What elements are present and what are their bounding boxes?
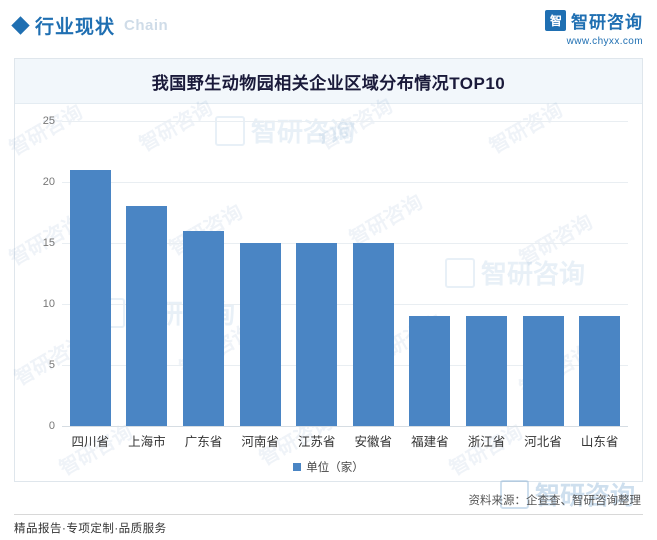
- chart-plot-area: 智研咨询 智研咨询 智研咨询 智研咨询 智研咨询 智研咨询 智研咨询 智研咨询 智研咨询 智研咨询…: [6, 95, 642, 483]
- x-axis-tick-label: 浙江省: [467, 435, 506, 449]
- bar-slot: [515, 121, 572, 426]
- page-subtitle: Chain: [124, 17, 169, 34]
- bar-slot: [458, 121, 515, 426]
- brand-name: 智研咨询: [571, 13, 643, 32]
- chart-title-bar: 我国野生动物园相关企业区域分布情况TOP10: [15, 59, 642, 104]
- x-axis-tick-label: 广东省: [184, 435, 223, 449]
- diamond-icon: [11, 16, 30, 35]
- bar[interactable]: [182, 230, 224, 426]
- x-axis-labels: 四川省 上海市 广东省 河南省 江苏省 安徽省 福建省 浙江省 河北省 山东省: [62, 431, 628, 450]
- x-axis-tick-label: 河北省: [524, 435, 562, 449]
- bar[interactable]: [409, 316, 451, 426]
- bar[interactable]: [69, 169, 111, 426]
- bar-slot: [571, 121, 628, 426]
- bar[interactable]: [239, 243, 281, 426]
- chart-title: 我国野生动物园相关企业区域分布情况TOP10: [151, 73, 506, 93]
- bar-slot: [288, 121, 345, 426]
- footer-divider: [14, 514, 643, 515]
- x-axis-line: [62, 426, 628, 427]
- chart-legend: 单位（家）: [15, 459, 642, 475]
- legend-label[interactable]: 单位（家）: [306, 459, 364, 475]
- legend-swatch: [293, 463, 302, 471]
- header-title-group: 行业现状 Chain: [11, 12, 169, 39]
- x-axis-tick-label: 上海市: [128, 435, 166, 449]
- page-title: 行业现状: [35, 17, 116, 38]
- brand-row: 智 智研咨询: [545, 8, 643, 33]
- y-axis-tick-label: 5: [48, 359, 55, 371]
- bar-slot: [232, 121, 289, 426]
- x-axis-tick-label: 安徽省: [354, 435, 393, 449]
- bar[interactable]: [352, 243, 394, 426]
- brand-logo-icon: 智: [545, 10, 566, 31]
- bar-series: [62, 121, 628, 426]
- y-axis-tick-label: 20: [42, 176, 55, 188]
- y-axis-tick-label: 0: [48, 420, 55, 432]
- bar-slot: [402, 121, 459, 426]
- x-axis-tick-label: 江苏省: [297, 435, 336, 449]
- bar[interactable]: [465, 316, 507, 426]
- page-header: 行业现状 Chain 智 智研咨询 www.chyxx.com: [0, 0, 657, 52]
- bar-slot: [62, 121, 119, 426]
- bar-slot: [345, 121, 402, 426]
- bar[interactable]: [296, 243, 338, 426]
- chart-card: 我国野生动物园相关企业区域分布情况TOP10 智研咨询 智研咨询 智研咨询 智研咨询智…: [6, 58, 643, 483]
- x-axis-tick-label: 福建省: [411, 435, 449, 449]
- y-axis-tick-label: 15: [42, 237, 55, 249]
- x-axis-tick-label: 四川省: [71, 435, 110, 449]
- footer-services: 精品报告·专项定制·品质服务: [14, 523, 167, 535]
- brand-url: www.chyxx.com: [566, 36, 643, 47]
- bar[interactable]: [522, 316, 564, 426]
- bar-slot: [119, 121, 176, 426]
- y-axis-tick-label: 25: [42, 115, 55, 127]
- x-axis-tick-label: 山东省: [580, 435, 619, 449]
- bar[interactable]: [579, 316, 621, 426]
- y-axis-tick-label: 10: [42, 298, 55, 310]
- x-axis-tick-label: 河南省: [241, 435, 279, 449]
- chart-source: 资料来源：企查查、智研咨询整理: [468, 495, 642, 507]
- brand-group: 智 智研咨询 www.chyxx.com: [545, 8, 643, 47]
- bar-slot: [175, 121, 232, 426]
- bar[interactable]: [126, 206, 168, 426]
